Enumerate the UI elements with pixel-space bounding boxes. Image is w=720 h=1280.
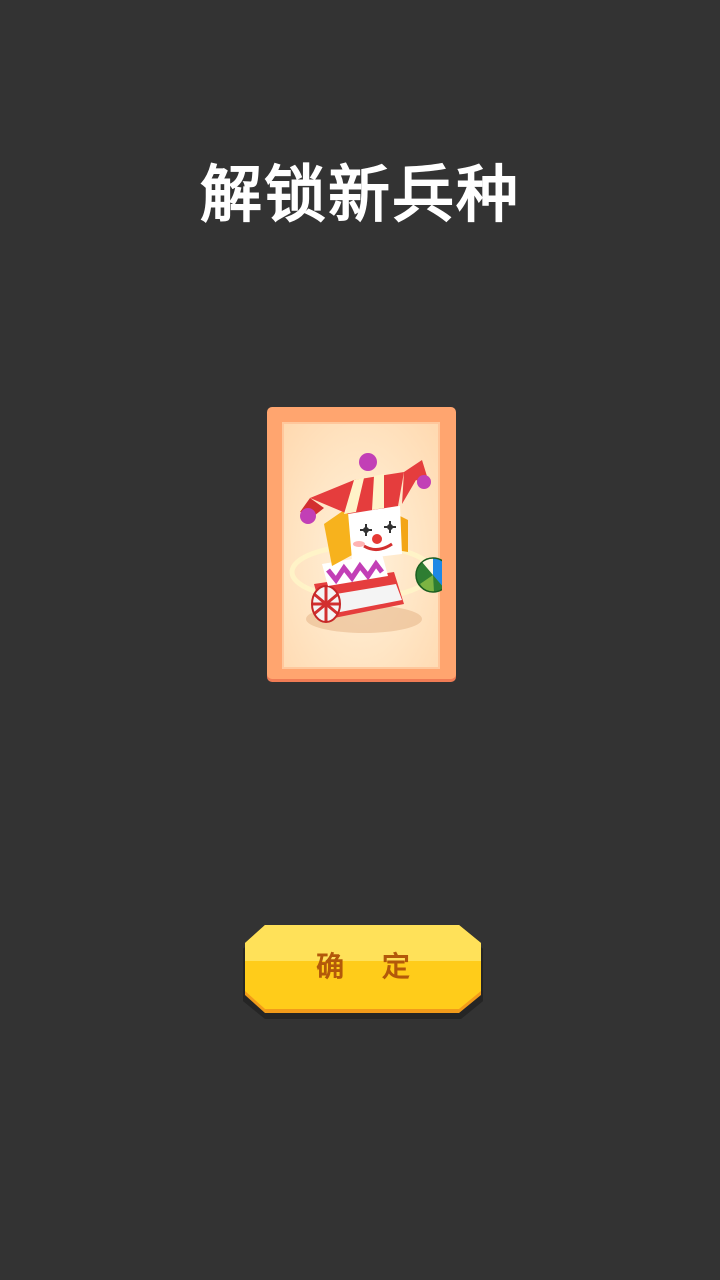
confirm-button-label: 确 定 [316,950,424,983]
unit-card [267,407,456,679]
unlock-title: 解锁新兵种 [199,158,520,231]
unit-card-inner [282,422,442,669]
confirm-button[interactable]: 确 定 [243,925,483,1021]
jack-in-the-box-clown-icon [289,453,442,633]
